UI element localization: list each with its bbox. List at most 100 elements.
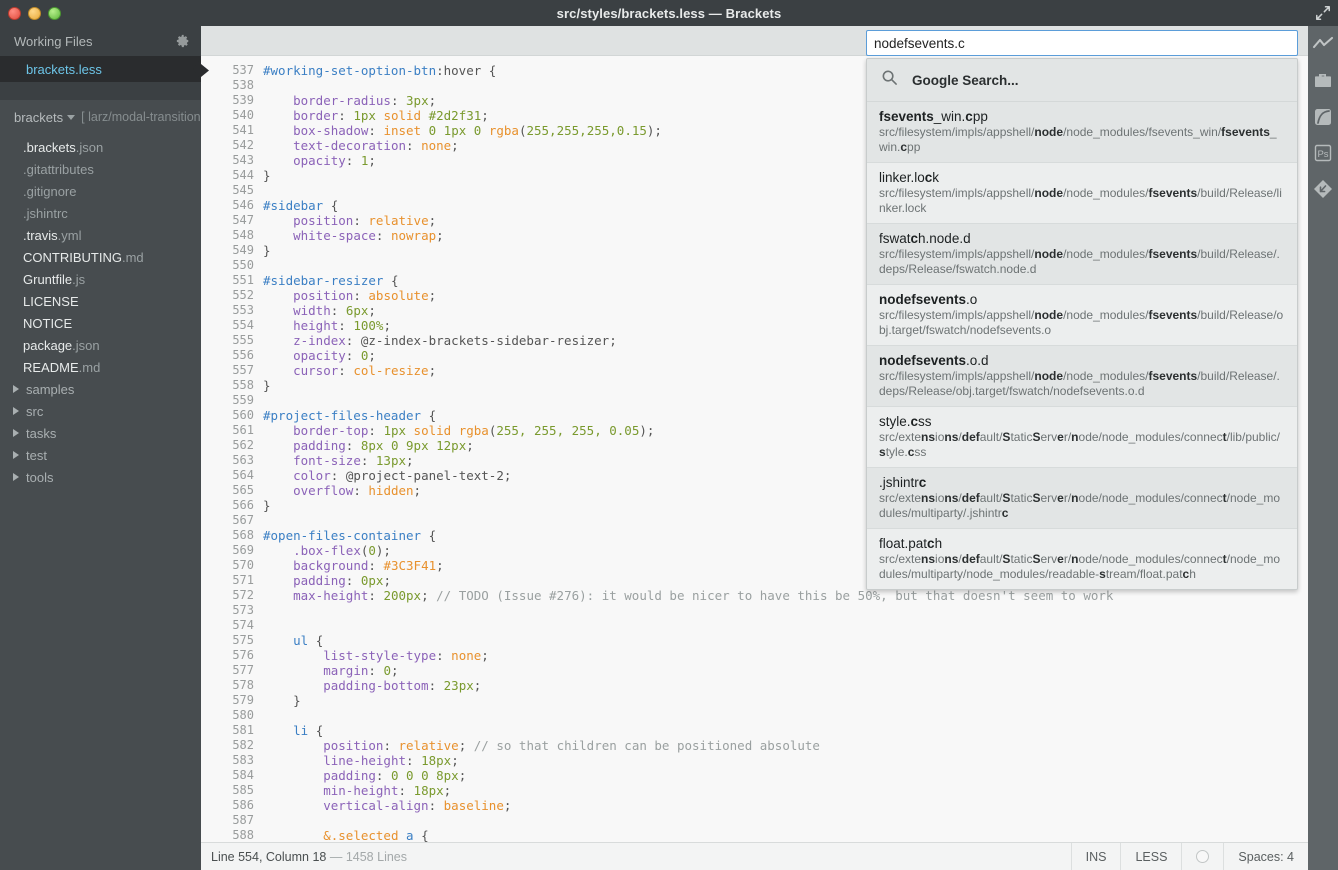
search-result-name: style.css	[879, 414, 932, 429]
close-button[interactable]	[8, 6, 21, 20]
code-line: 574	[201, 618, 1308, 633]
line-number: 559	[232, 393, 254, 407]
git-icon[interactable]	[1312, 178, 1334, 200]
branch-label: [ larz/modal-transition	[81, 110, 201, 124]
code-text: box-shadow: inset 0 1px 0 rgba(255,255,2…	[293, 123, 662, 138]
chevron-down-icon[interactable]	[67, 114, 76, 120]
list-item[interactable]: .gitattributes	[0, 158, 201, 180]
cursor-position[interactable]: Line 554, Column 18 — 1458 Lines	[201, 850, 1071, 864]
line-number: 588	[232, 828, 254, 842]
expand-arrows-icon[interactable]	[1308, 0, 1338, 26]
list-item[interactable]: NOTICE	[0, 312, 201, 334]
code-line: 586 vertical-align: baseline;	[201, 798, 1308, 813]
indent-button[interactable]: Spaces: 4	[1223, 842, 1308, 870]
line-number: 551	[232, 273, 254, 287]
line-number: 571	[232, 573, 254, 587]
code-text: position: absolute;	[293, 288, 437, 303]
code-text: max-height: 200px; // TODO (Issue #276):…	[293, 588, 1114, 603]
line-number: 582	[232, 738, 254, 752]
line-number: 562	[232, 438, 254, 452]
line-number: 587	[232, 813, 254, 827]
folder-item[interactable]: src	[0, 400, 201, 422]
chevron-right-icon	[13, 451, 19, 459]
list-item[interactable]: Gruntfile .js	[0, 268, 201, 290]
search-result-name: float.patch	[879, 536, 943, 551]
code-text: }	[293, 693, 301, 708]
folder-item[interactable]: tools	[0, 466, 201, 488]
working-files-spacer	[0, 82, 201, 100]
list-item[interactable]: .gitignore	[0, 180, 201, 202]
line-number: 573	[232, 603, 254, 617]
line-number: 558	[232, 378, 254, 392]
project-name: brackets	[14, 109, 64, 125]
code-text: list-style-type: none;	[323, 648, 489, 663]
folder-item[interactable]: test	[0, 444, 201, 466]
code-line: 578 padding-bottom: 23px;	[201, 678, 1308, 693]
folder-item[interactable]: samples	[0, 378, 201, 400]
search-result-item[interactable]: fswatch.node.d src/filesystem/impls/appsh…	[867, 224, 1297, 285]
search-result-item[interactable]: nodefsevents.o.d src/filesystem/impls/app…	[867, 346, 1297, 407]
insert-mode-button[interactable]: INS	[1070, 842, 1121, 870]
list-item[interactable]: .jshintrc	[0, 202, 201, 224]
code-text: position: relative; // so that children …	[323, 738, 820, 753]
code-text: opacity: 0;	[293, 348, 376, 363]
photoshop-icon[interactable]: Ps	[1312, 142, 1334, 164]
working-file-item[interactable]: brackets.less	[0, 56, 201, 82]
live-preview-icon[interactable]	[1312, 34, 1334, 56]
line-number: 584	[232, 768, 254, 782]
curve-icon[interactable]	[1312, 106, 1334, 128]
code-text: vertical-align: baseline;	[323, 798, 512, 813]
code-text: position: relative;	[293, 213, 437, 228]
search-result-path: src/filesystem/impls/appshell/node/node_…	[879, 308, 1284, 337]
working-files-header: Working Files	[0, 26, 201, 56]
line-number: 581	[232, 723, 254, 737]
search-result-item[interactable]: style.css src/extensions/default/StaticSe…	[867, 407, 1297, 468]
brackets-window: src/styles/brackets.less — Brackets Work…	[0, 0, 1338, 870]
extension-manager-icon[interactable]	[1312, 70, 1334, 92]
list-item[interactable]: .travis .yml	[0, 224, 201, 246]
list-item[interactable]: .brackets .json	[0, 136, 201, 158]
folder-name: tasks	[26, 425, 57, 441]
cursor-position-label: Line 554, Column 18	[211, 849, 327, 864]
search-result-name: nodefsevents.o.d	[879, 353, 989, 368]
google-search-item[interactable]: Google Search...	[867, 59, 1297, 102]
search-result-item[interactable]: float.patch src/extensions/default/Static…	[867, 529, 1297, 589]
status-indicator[interactable]	[1181, 842, 1223, 870]
search-result-path: src/extensions/default/StaticServer/node…	[879, 430, 1281, 459]
code-line: 581 li {	[201, 723, 1308, 738]
line-number: 583	[232, 753, 254, 767]
line-count: 1458	[345, 849, 374, 864]
code-text: padding: 0px;	[293, 573, 391, 588]
minimize-button[interactable]	[28, 6, 41, 20]
gear-icon[interactable]	[176, 34, 190, 48]
search-result-item[interactable]: linker.lock src/filesystem/impls/appshell…	[867, 163, 1297, 224]
code-line: 576 list-style-type: none;	[201, 648, 1308, 663]
language-button[interactable]: LESS	[1120, 842, 1181, 870]
search-result-path: src/extensions/default/StaticServer/node…	[879, 491, 1281, 520]
search-input[interactable]	[866, 30, 1298, 56]
file-name: Gruntfile	[23, 271, 73, 287]
zoom-button[interactable]	[48, 6, 61, 20]
code-line: 582 position: relative; // so that child…	[201, 738, 1308, 753]
code-line: 585 min-height: 18px;	[201, 783, 1308, 798]
line-number: 538	[232, 78, 254, 92]
code-text: &.selected a {	[323, 828, 429, 842]
search-result-item[interactable]: fsevents_win.cpp src/filesystem/impls/app…	[867, 102, 1297, 163]
list-item[interactable]: README .md	[0, 356, 201, 378]
file-ext: .json	[75, 139, 104, 155]
file-name: .travis	[23, 227, 58, 243]
folder-item[interactable]: tasks	[0, 422, 201, 444]
line-number: 561	[232, 423, 254, 437]
code-line: 580	[201, 708, 1308, 723]
search-result-item[interactable]: nodefsevents.o src/filesystem/impls/appsh…	[867, 285, 1297, 346]
list-item[interactable]: package .json	[0, 334, 201, 356]
line-number: 549	[232, 243, 254, 257]
code-line: 577 margin: 0;	[201, 663, 1308, 678]
list-item[interactable]: LICENSE	[0, 290, 201, 312]
window-controls	[8, 0, 61, 26]
search-result-item[interactable]: .jshintrc src/extensions/default/StaticSe…	[867, 468, 1297, 529]
code-line: 587	[201, 813, 1308, 828]
list-item[interactable]: CONTRIBUTING .md	[0, 246, 201, 268]
project-header[interactable]: brackets [ larz/modal-transition	[0, 100, 201, 134]
code-text: z-index: @z-index-brackets-sidebar-resiz…	[293, 333, 617, 348]
